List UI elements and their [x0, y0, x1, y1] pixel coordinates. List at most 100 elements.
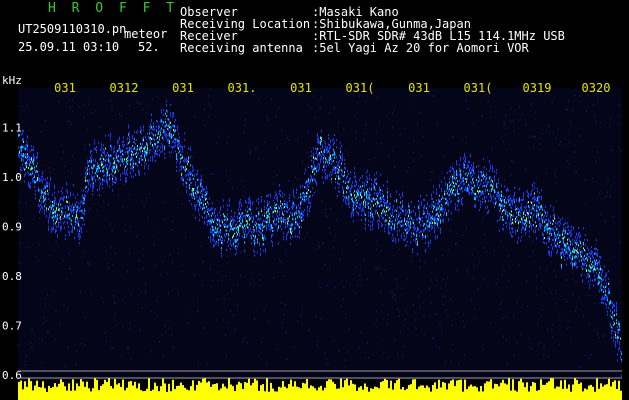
- trace-point: [401, 236, 402, 239]
- trace-point: [356, 202, 357, 205]
- trace-point: [309, 210, 310, 213]
- trace-point: [329, 161, 330, 164]
- trace-point: [83, 202, 84, 205]
- trace-point: [234, 215, 235, 218]
- trace-point: [138, 161, 139, 164]
- noise-dot: [307, 103, 309, 106]
- trace-point: [33, 179, 34, 182]
- trace-point: [206, 188, 207, 191]
- noise-dot: [332, 339, 334, 342]
- trace-point: [493, 188, 494, 191]
- trace-point: [149, 125, 150, 128]
- trace-point: [316, 148, 317, 151]
- trace-point: [251, 242, 252, 245]
- trace-point: [406, 235, 407, 238]
- trace-point: [300, 201, 301, 204]
- trace-point: [495, 190, 496, 193]
- trace-point: [114, 166, 115, 169]
- trace-point: [245, 215, 246, 218]
- noise-dot: [24, 353, 26, 356]
- trace-point: [469, 168, 470, 171]
- trace-point: [426, 207, 427, 210]
- trace-point: [409, 210, 410, 213]
- noise-dot: [355, 238, 357, 241]
- trace-point: [88, 182, 89, 185]
- trace-point: [373, 197, 374, 200]
- trace-point: [67, 190, 68, 193]
- trace-point: [56, 220, 57, 223]
- trace-point: [253, 229, 254, 232]
- trace-point: [389, 203, 390, 206]
- trace-point: [312, 187, 313, 190]
- noise-dot: [566, 301, 568, 304]
- trace-point: [232, 219, 233, 222]
- trace-point: [231, 215, 232, 218]
- noise-dot: [388, 356, 390, 359]
- noise-dot: [67, 346, 69, 349]
- trace-point: [307, 179, 308, 182]
- trace-point: [169, 151, 170, 154]
- noise-dot: [65, 364, 67, 367]
- noise-dot: [597, 333, 599, 336]
- trace-point: [385, 224, 386, 227]
- trace-point: [425, 248, 426, 251]
- trace-point: [89, 167, 90, 170]
- noise-dot: [496, 282, 498, 285]
- trace-point: [295, 223, 296, 226]
- noise-dot: [424, 261, 426, 264]
- trace-point: [386, 219, 387, 222]
- trace-point: [75, 202, 76, 205]
- noise-dot: [197, 365, 199, 368]
- trace-point: [339, 177, 340, 180]
- trace-point: [261, 199, 262, 202]
- trace-point: [364, 192, 365, 195]
- trace-point: [188, 156, 189, 159]
- trace-point: [431, 221, 432, 224]
- trace-point: [397, 222, 398, 225]
- trace-point: [404, 235, 405, 238]
- noise-dot: [397, 352, 399, 355]
- trace-point: [501, 198, 502, 201]
- noise-dot: [315, 316, 317, 319]
- trace-point: [113, 162, 114, 165]
- noise-dot: [128, 328, 130, 331]
- noise-dot: [217, 200, 219, 203]
- trace-point: [494, 175, 495, 178]
- trace-point: [328, 157, 329, 160]
- trace-point: [48, 197, 49, 200]
- trace-point: [134, 131, 135, 134]
- trace-point: [95, 178, 96, 181]
- trace-point: [125, 180, 126, 183]
- noise-dot: [324, 263, 326, 266]
- trace-point: [20, 149, 21, 152]
- trace-point: [416, 230, 417, 233]
- noise-dot: [280, 260, 282, 263]
- trace-point: [210, 240, 211, 243]
- trace-point: [146, 149, 147, 152]
- trace-point: [52, 194, 53, 197]
- trace-point: [480, 203, 481, 206]
- trace-point: [328, 134, 329, 137]
- trace-point: [350, 192, 351, 195]
- noise-dot: [502, 140, 504, 143]
- trace-point: [401, 225, 402, 228]
- trace-point: [164, 147, 165, 150]
- trace-point: [401, 220, 402, 223]
- trace-point: [251, 234, 252, 237]
- trace-point: [287, 206, 288, 209]
- trace-point: [338, 161, 339, 164]
- noise-dot: [201, 245, 203, 248]
- noise-dot: [354, 292, 356, 295]
- trace-point: [109, 174, 110, 177]
- noise-dot: [40, 130, 42, 133]
- noise-dot: [482, 216, 484, 219]
- trace-point: [490, 180, 491, 183]
- trace-point: [232, 227, 233, 230]
- noise-dot: [611, 185, 613, 188]
- noise-dot: [326, 358, 328, 361]
- trace-point: [44, 212, 45, 215]
- noise-dot: [333, 107, 335, 110]
- trace-point: [321, 157, 322, 160]
- trace-point: [482, 174, 483, 177]
- trace-point: [374, 187, 375, 190]
